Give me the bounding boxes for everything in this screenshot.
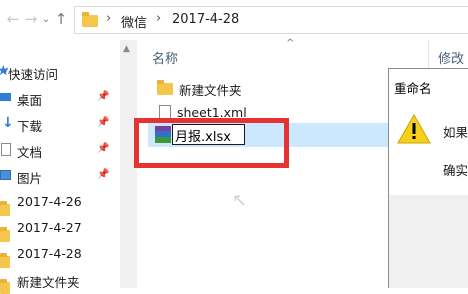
- nav-quick-access[interactable]: ∨ ★ 快速访问: [0, 60, 118, 84]
- breadcrumb-separator-icon: ›: [156, 11, 162, 26]
- dialog-message: 如果: [443, 125, 468, 140]
- dialog-title: 重命名: [394, 81, 432, 96]
- nav-item-label: 2017-4-28: [17, 246, 82, 261]
- document-icon: [1, 143, 11, 156]
- nav-item-folder[interactable]: 新建文件夹: [0, 268, 118, 294]
- nav-item-label: 新建文件夹: [17, 275, 80, 290]
- sort-ascending-icon: ^: [286, 38, 295, 49]
- nav-item-folder[interactable]: 2017-4-27: [0, 216, 118, 242]
- nav-item-documents[interactable]: 文档 📌: [0, 138, 118, 162]
- file-name: 新建文件夹: [179, 82, 242, 98]
- nav-item-label: 文档: [17, 145, 43, 160]
- pin-icon[interactable]: 📌: [97, 91, 109, 102]
- nav-item-folder[interactable]: 2017-4-26: [0, 190, 118, 216]
- recent-locations-chevron-icon[interactable]: ⌄: [38, 9, 54, 29]
- folder-icon: [0, 227, 10, 242]
- nav-item-label: 2017-4-27: [17, 220, 82, 235]
- nav-item-label: 2017-4-26: [17, 194, 82, 209]
- desktop-icon: [0, 93, 11, 101]
- nav-item-label: 下载: [17, 119, 43, 134]
- pin-icon[interactable]: 📌: [97, 117, 109, 128]
- nav-item-label: 桌面: [17, 93, 43, 108]
- breadcrumb-item[interactable]: 微信: [121, 12, 147, 31]
- highlight-box: [134, 118, 289, 168]
- column-modified-header[interactable]: 修改: [438, 48, 464, 67]
- dialog-message: 确实: [443, 163, 468, 178]
- download-icon: ↓: [2, 115, 14, 131]
- breadcrumb-separator-icon: ›: [106, 11, 112, 26]
- nav-item-folder[interactable]: 2017-4-28: [0, 242, 118, 268]
- forward-arrow-icon[interactable]: →: [23, 9, 39, 29]
- file-row[interactable]: 新建文件夹: [148, 78, 290, 100]
- back-arrow-icon[interactable]: ←: [5, 9, 21, 29]
- nav-item-downloads[interactable]: ↓ 下载 📌: [0, 112, 118, 136]
- nav-item-label: 图片: [17, 171, 43, 186]
- folder-icon: [0, 279, 10, 294]
- dialog-button-area: [389, 195, 468, 288]
- scroll-up-arrow-icon[interactable]: ▲: [123, 44, 130, 54]
- up-arrow-icon[interactable]: ↑: [53, 9, 69, 29]
- address-bar[interactable]: › 微信 › 2017-4-28: [74, 6, 468, 34]
- nav-quick-access-label: 快速访问: [8, 67, 59, 82]
- breadcrumb-item[interactable]: 2017-4-28: [172, 12, 239, 27]
- nav-item-pictures[interactable]: 图片 📌: [0, 164, 118, 188]
- folder-icon: [157, 80, 173, 95]
- picture-icon: [0, 170, 11, 180]
- column-divider[interactable]: [428, 40, 429, 68]
- cursor-icon: ↖: [232, 190, 248, 211]
- column-header: [145, 40, 468, 68]
- column-name-header[interactable]: 名称: [152, 48, 178, 67]
- nav-item-desktop[interactable]: 桌面 📌: [0, 86, 118, 110]
- folder-icon: [82, 12, 98, 27]
- pin-icon[interactable]: 📌: [97, 143, 109, 154]
- pin-icon[interactable]: 📌: [97, 169, 109, 180]
- folder-icon: [0, 253, 10, 268]
- warning-icon: [397, 114, 431, 144]
- folder-icon: [0, 201, 10, 216]
